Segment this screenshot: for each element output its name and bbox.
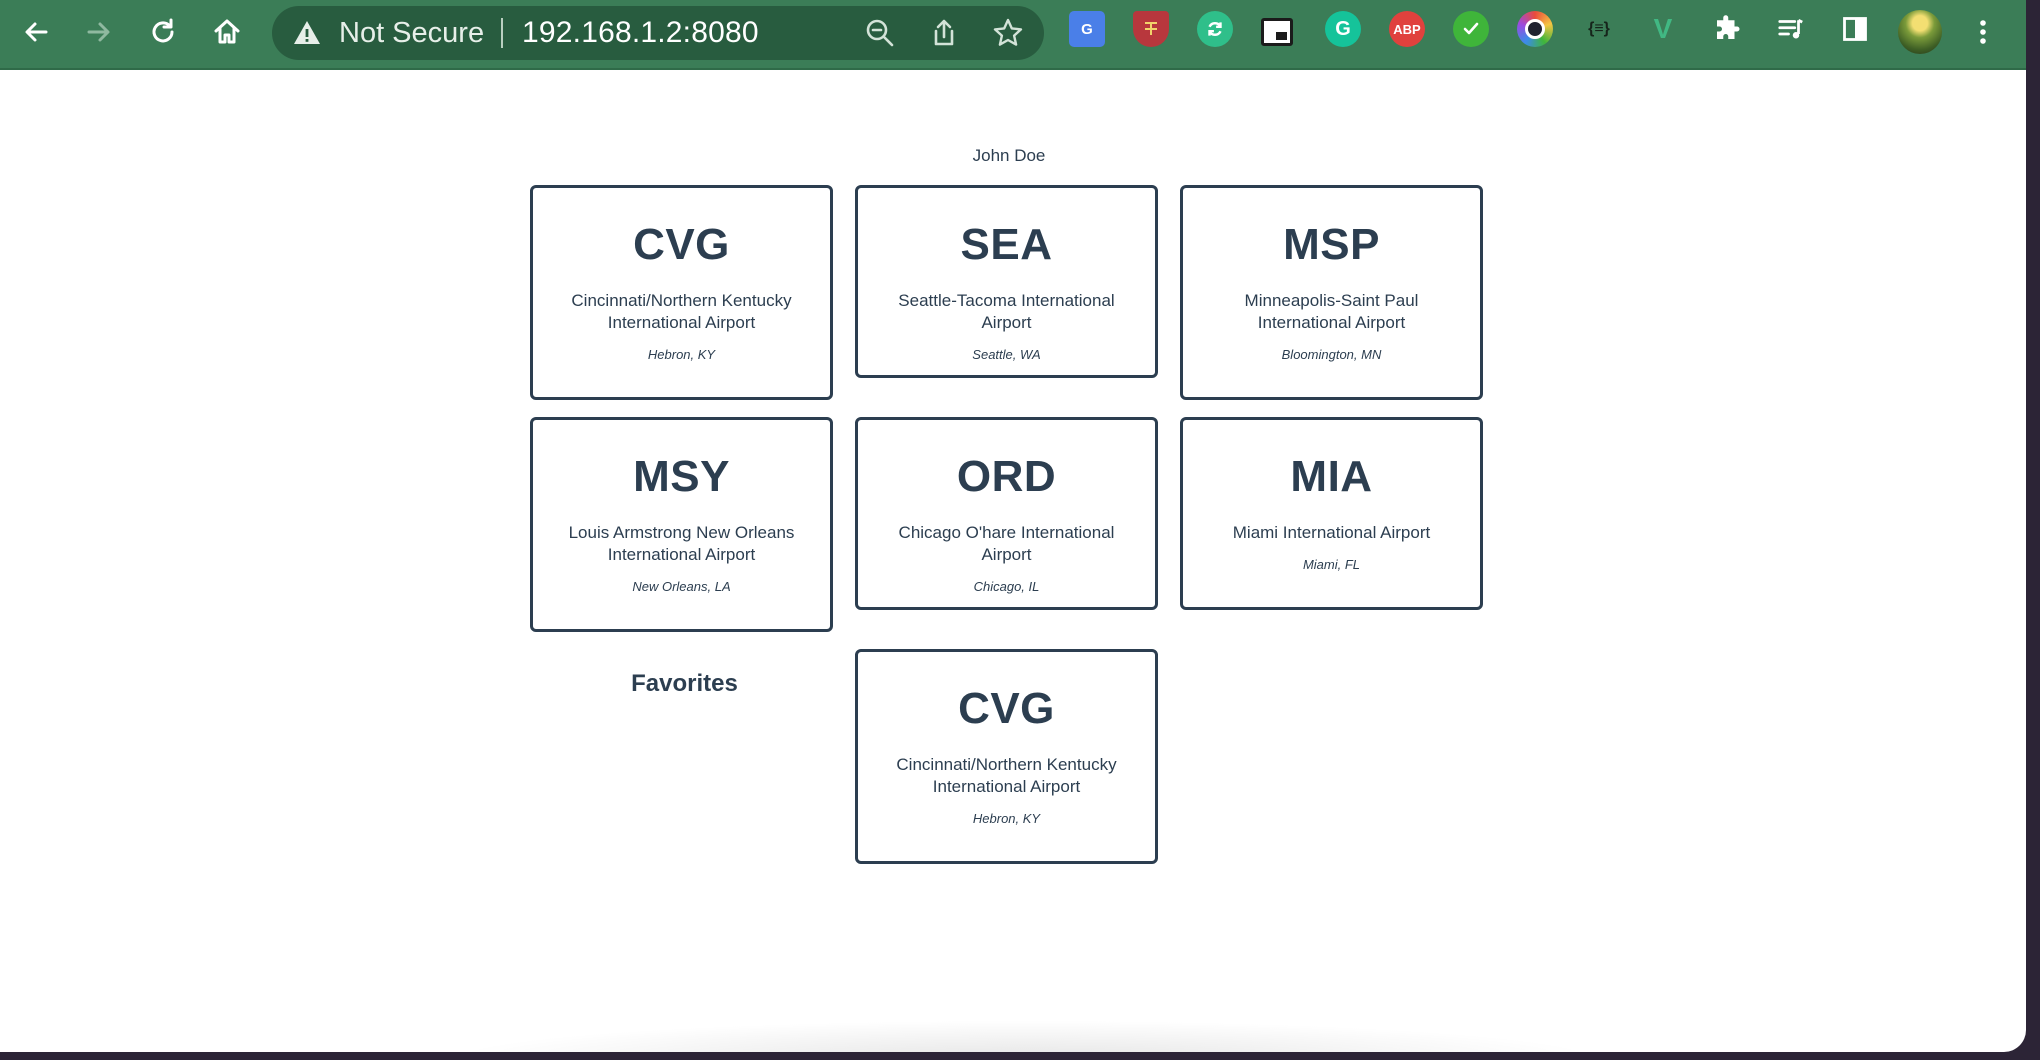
airport-card-msy[interactable]: MSY Louis Armstrong New Orleans Internat… — [530, 417, 833, 632]
airport-card-cvg[interactable]: CVG Cincinnati/Northern Kentucky Interna… — [530, 185, 833, 400]
airport-code: CVG — [958, 684, 1055, 733]
address-bar[interactable]: Not Secure 192.168.1.2:8080 — [272, 6, 1044, 60]
airport-location: Bloomington, MN — [1281, 347, 1382, 362]
forward-arrow-icon[interactable] — [76, 9, 122, 55]
adblock-plus-icon[interactable]: ABP — [1389, 11, 1425, 47]
color-picker-icon[interactable] — [1517, 11, 1553, 47]
airport-code: MSY — [633, 452, 730, 501]
back-arrow-icon[interactable] — [13, 9, 59, 55]
airport-code: CVG — [633, 220, 730, 269]
airport-card-ord[interactable]: ORD Chicago O'hare International Airport… — [855, 417, 1158, 610]
shield-crest-icon[interactable] — [1133, 11, 1169, 47]
airport-name: Cincinnati/Northern Kentucky Internation… — [896, 755, 1117, 796]
security-label[interactable]: Not Secure — [339, 6, 484, 60]
airport-name: Cincinnati/Northern Kentucky Internation… — [571, 291, 792, 332]
browser-toolbar: Not Secure 192.168.1.2:8080 G G ABP {≡} … — [0, 0, 2026, 70]
google-translate-icon[interactable]: G — [1069, 11, 1105, 47]
airport-location: Hebron, KY — [647, 347, 716, 362]
airport-name: Miami International Airport — [1232, 523, 1431, 542]
airport-code: MIA — [1290, 452, 1373, 501]
airport-location: Miami, FL — [1302, 557, 1361, 572]
json-formatter-icon[interactable]: {≡} — [1581, 11, 1617, 47]
airport-name: Minneapolis-Saint Paul International Air… — [1244, 291, 1419, 332]
browser-window: Not Secure 192.168.1.2:8080 G G ABP {≡} … — [0, 0, 2026, 1052]
share-icon[interactable] — [928, 17, 960, 49]
user-name: John Doe — [972, 146, 1046, 165]
side-panel-icon[interactable] — [1837, 11, 1873, 47]
airport-location: Hebron, KY — [972, 811, 1041, 826]
profile-avatar[interactable] — [1898, 10, 1942, 54]
sync-extension-icon[interactable] — [1197, 11, 1233, 47]
reading-list-icon[interactable] — [1773, 11, 1809, 47]
airport-code: SEA — [960, 220, 1053, 269]
puzzle-extensions-icon[interactable] — [1709, 11, 1745, 47]
favorites-heading: Favorites — [631, 670, 738, 697]
airport-location: Seattle, WA — [972, 347, 1041, 362]
grammarly-icon[interactable]: G — [1325, 11, 1361, 47]
zoom-out-icon[interactable] — [864, 17, 896, 49]
vue-devtools-icon[interactable]: V — [1645, 11, 1681, 47]
airport-name: Louis Armstrong New Orleans Internationa… — [568, 523, 795, 564]
reload-icon[interactable] — [140, 9, 186, 55]
kebab-menu-icon[interactable] — [1960, 9, 2006, 55]
warning-icon[interactable] — [292, 18, 322, 48]
page-bottom-shadow — [440, 1020, 1610, 1052]
bookmark-star-icon[interactable] — [992, 17, 1024, 49]
page-content: John Doe CVG Cincinnati/Northern Kentuck… — [0, 70, 2026, 1052]
favorite-card-cvg[interactable]: CVG Cincinnati/Northern Kentucky Interna… — [855, 649, 1158, 864]
airport-name: Chicago O'hare International Airport — [898, 523, 1115, 564]
airport-code: MSP — [1283, 220, 1380, 269]
url-text[interactable]: 192.168.1.2:8080 — [522, 6, 759, 60]
airport-card-msp[interactable]: MSP Minneapolis-Saint Paul International… — [1180, 185, 1483, 400]
airport-name: Seattle-Tacoma International Airport — [898, 291, 1115, 332]
pip-inner — [1276, 32, 1287, 40]
color-picker-center — [1525, 19, 1545, 39]
picture-in-picture-icon[interactable] — [1261, 18, 1293, 46]
airport-code: ORD — [956, 452, 1057, 501]
home-icon[interactable] — [204, 9, 250, 55]
checkmark-extension-icon[interactable] — [1453, 11, 1489, 47]
airport-card-mia[interactable]: MIA Miami International Airport Miami, F… — [1180, 417, 1483, 610]
omnibox-divider — [501, 18, 503, 48]
airport-location: New Orleans, LA — [632, 579, 731, 594]
airport-card-sea[interactable]: SEA Seattle-Tacoma International Airport… — [855, 185, 1158, 378]
airport-location: Chicago, IL — [973, 579, 1040, 594]
